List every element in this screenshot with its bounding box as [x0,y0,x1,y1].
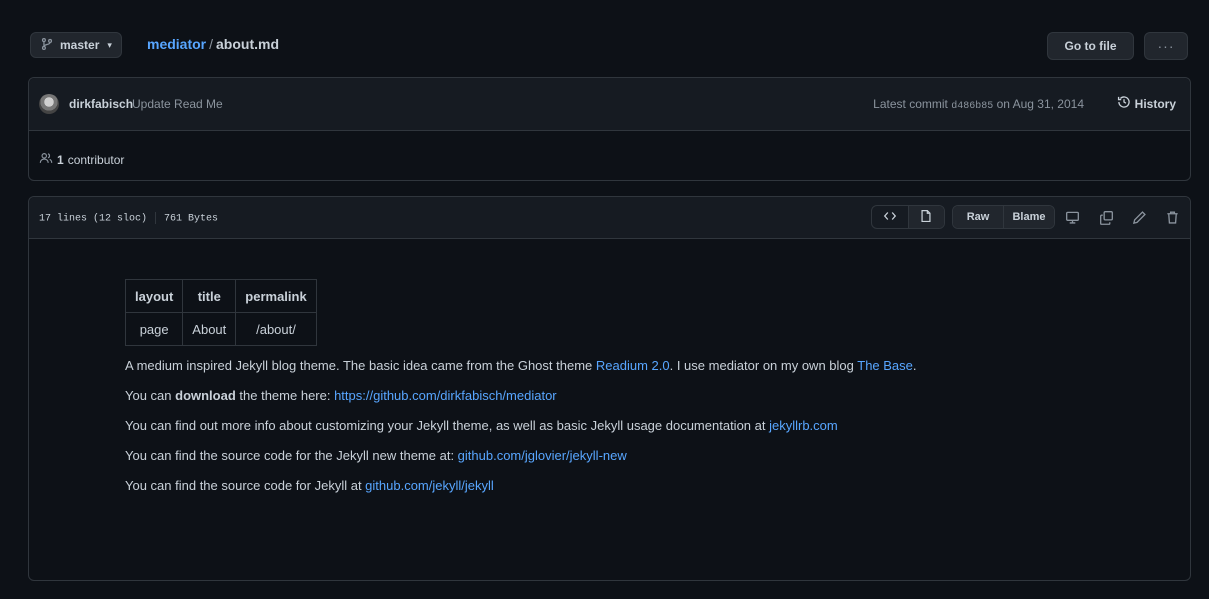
table-header-row: layout title permalink [124,279,317,313]
breadcrumb: mediator / about.md [147,36,279,52]
people-icon [39,151,53,168]
table-row: page About /about/ [124,312,317,346]
text: A medium inspired Jekyll blog theme. The… [125,358,596,373]
branch-select-button[interactable]: master ▾ [30,32,122,58]
commit-info-box: dirkfabisch Update Read Me Latest commit… [28,77,1191,181]
display-rendered-button[interactable] [907,206,944,228]
bold-text: download [175,388,236,403]
mediator-repo-link[interactable]: https://github.com/dirkfabisch/mediator [334,388,557,403]
caret-down-icon: ▾ [107,39,112,50]
text: You can find out more info about customi… [125,418,770,433]
desktop-open-icon[interactable] [1063,208,1081,226]
text: You can find the source code for the Jek… [125,448,458,463]
text: . [912,358,917,373]
more-options-button[interactable]: ··· [1144,32,1188,60]
file-navigation: master ▾ mediator / about.md Go to file ··… [6,8,1203,68]
text: . I use mediator on my own blog [669,358,858,373]
table-header-cell: title [182,279,237,313]
commit-sha-link[interactable]: d486b85 [951,101,993,112]
breadcrumb-file-name: about.md [216,36,280,52]
table-cell: page [124,312,184,346]
trash-icon[interactable] [1163,208,1181,226]
commit-date: on Aug 31, 2014 [996,97,1084,111]
table-cell: /about/ [235,312,317,346]
view-toggle [871,205,945,229]
author-avatar[interactable] [39,94,59,114]
file-line-count: 17 lines (12 sloc) [39,213,148,225]
history-icon [1117,95,1131,112]
file-viewer: 17 lines (12 sloc) 761 Bytes Raw Blame l… [28,196,1191,581]
code-icon [883,209,897,226]
breadcrumb-separator: / [209,36,214,52]
git-branch-icon [40,37,54,54]
contributor-label: contributor [67,152,125,167]
text: You can find the source code for Jekyll … [125,478,366,493]
commit-meta: Latest commit d486b85 on Aug 31, 2014 [873,97,1084,112]
table-cell: About [182,312,237,346]
file-size: 761 Bytes [164,213,219,225]
paragraph-docs: You can find out more info about customi… [125,418,1165,434]
history-button[interactable]: History [1117,95,1176,112]
paragraph-download: You can download the theme here: https:/… [125,388,1165,404]
table-header-cell: layout [124,279,184,313]
display-source-button[interactable] [872,206,908,228]
go-to-file-button[interactable]: Go to file [1047,32,1134,60]
pencil-icon[interactable] [1130,208,1148,226]
text: the theme here: [235,388,335,403]
latest-commit-label: Latest commit [873,97,948,111]
paragraph-jekyll-source: You can find the source code for Jekyll … [125,478,1165,494]
front-matter-table: layout title permalink page About /about… [124,279,317,346]
breadcrumb-repo-link[interactable]: mediator [147,36,206,52]
file-icon [919,209,933,226]
blame-button[interactable]: Blame [1003,206,1054,228]
commit-message-link[interactable]: Update Read Me [132,97,223,111]
text: You can [125,388,176,403]
paragraph-intro: A medium inspired Jekyll blog theme. The… [125,358,1165,374]
the-base-link[interactable]: The Base [857,358,913,373]
contributor-count: 1 [57,152,64,167]
raw-blame-group: Raw Blame [952,205,1055,229]
latest-commit-row: dirkfabisch Update Read Me Latest commit… [29,78,1190,131]
file-info: 17 lines (12 sloc) 761 Bytes [39,212,218,225]
table-header-cell: permalink [235,279,317,313]
contributors-row[interactable]: 1 contributor [39,151,124,168]
commit-author-link[interactable]: dirkfabisch [69,97,133,111]
jekyll-repo-link[interactable]: github.com/jekyll/jekyll [365,478,494,493]
history-label: History [1134,96,1176,111]
page-frame: master ▾ mediator / about.md Go to file ··… [6,8,1203,595]
jekyll-new-link[interactable]: github.com/jglovier/jekyll-new [458,448,627,463]
file-info-divider [155,212,157,224]
branch-name: master [60,38,100,52]
copy-icon[interactable] [1097,208,1115,226]
jekyllrb-link[interactable]: jekyllrb.com [769,418,838,433]
file-header: 17 lines (12 sloc) 761 Bytes Raw Blame [29,197,1190,239]
paragraph-jekyll-new: You can find the source code for the Jek… [125,448,1165,464]
raw-button[interactable]: Raw [953,206,1003,228]
markdown-body: layout title permalink page About /about… [124,279,1165,508]
readium-link[interactable]: Readium 2.0 [596,358,670,373]
